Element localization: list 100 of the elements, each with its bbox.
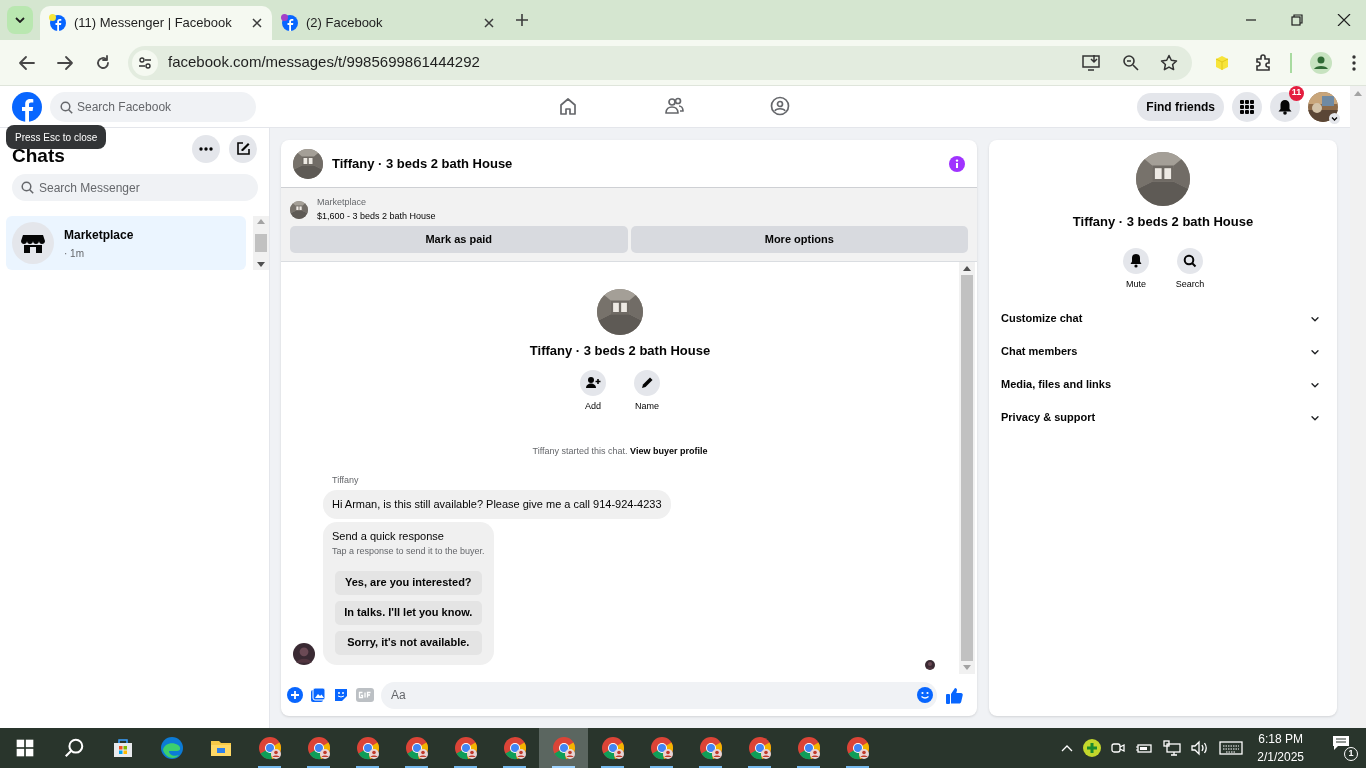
volume-icon[interactable]: [1191, 740, 1210, 756]
groups-icon[interactable]: [770, 96, 790, 116]
tab-search-button[interactable]: [7, 6, 33, 34]
chat-title: Tiffany · 3 beds 2 bath House: [332, 154, 513, 173]
search-field[interactable]: Search Facebook: [50, 91, 256, 122]
menu-button[interactable]: [1232, 91, 1262, 122]
menu-icon: [1240, 99, 1254, 114]
notification-badge: 1: [1344, 747, 1358, 761]
address-bar[interactable]: facebook.com/messages/t/9985699861444292: [128, 45, 1192, 80]
profile-link[interactable]: View buyer profile: [630, 446, 708, 456]
info-icon[interactable]: [949, 155, 965, 172]
section-row[interactable]: Customize chat: [1001, 302, 1325, 335]
compose-icon: [236, 142, 250, 156]
action-label: Search: [1175, 277, 1205, 291]
plus-icon[interactable]: [1083, 739, 1102, 757]
close-icon[interactable]: [252, 18, 262, 28]
options-button[interactable]: [192, 135, 220, 163]
message-field[interactable]: Aa: [381, 681, 937, 709]
plus-icon[interactable]: [287, 687, 303, 703]
zoom-out-icon[interactable]: [1122, 53, 1140, 72]
chat-title: Tiffany · 3 beds 2 bath House: [529, 342, 711, 360]
star-icon[interactable]: [1160, 53, 1178, 72]
chat-started-text: Tiffany started this chat. View buyer profile: [531, 445, 709, 458]
chrome-icon: [796, 736, 821, 760]
chrome-icon: [404, 736, 429, 760]
notifications-button[interactable]: 1: [1332, 735, 1358, 761]
windows-icon: [14, 738, 35, 758]
extensions-icon[interactable]: [1254, 53, 1272, 72]
tab-title: (11) Messenger | Facebook: [74, 14, 233, 33]
new-tab-icon[interactable]: [516, 14, 528, 26]
add-person-icon[interactable]: [580, 369, 606, 396]
caret-icon: [1329, 112, 1340, 124]
chrome-icon: [747, 736, 772, 760]
search-field[interactable]: Search Messenger: [12, 174, 258, 201]
section-title: Privacy & support: [1001, 410, 1096, 426]
action-button[interactable]: More options: [630, 226, 968, 253]
section-title: Chat members: [1001, 344, 1078, 360]
caret-icon: [15, 17, 25, 23]
avatar: [925, 660, 935, 670]
url-text: facebook.com/messages/t/9985699861444292: [168, 52, 481, 73]
friends-icon[interactable]: [664, 96, 684, 116]
listing-label: Marketplace: [317, 196, 368, 209]
close-icon[interactable]: [484, 18, 494, 28]
section-row[interactable]: Chat members: [1001, 335, 1325, 368]
settings-icon: [138, 56, 152, 69]
action-label: Name: [635, 399, 659, 413]
find-friends-button[interactable]: Find friends: [1137, 92, 1224, 121]
bell-icon: [1278, 98, 1292, 115]
scroll-down-icon[interactable]: [257, 262, 266, 267]
scroll-up-icon[interactable]: [963, 266, 971, 271]
battery-icon[interactable]: [1135, 741, 1154, 755]
chrome-icon: [257, 736, 282, 760]
tab-title: (2) Facebook: [306, 14, 384, 33]
action-label: Mute: [1126, 277, 1146, 291]
chat-item[interactable]: Marketplace · 1m: [6, 216, 247, 270]
like-icon[interactable]: [946, 686, 963, 704]
section-row[interactable]: Media, files and links: [1001, 368, 1325, 401]
quick-reply-button[interactable]: In talks. I'll let you know.: [335, 600, 482, 625]
browser-tab[interactable]: (11) Messenger | Facebook: [40, 6, 272, 40]
scrollbar[interactable]: [1350, 86, 1366, 728]
section-title: Media, files and links: [1001, 377, 1112, 393]
message-icon: [1332, 735, 1350, 751]
bell-icon[interactable]: [1123, 247, 1149, 274]
section-row[interactable]: Privacy & support: [1001, 401, 1325, 434]
sticker-icon[interactable]: [333, 687, 349, 703]
camera-icon[interactable]: [1111, 740, 1126, 756]
home-icon[interactable]: [558, 96, 578, 116]
quick-reply-button[interactable]: Sorry, it's not available.: [335, 630, 482, 655]
chevron-up-icon[interactable]: [1061, 744, 1074, 752]
account-button[interactable]: [1308, 91, 1338, 122]
clock-time: 6:18 PM: [1258, 731, 1303, 748]
chrome-icon: [453, 736, 478, 760]
notifications-button[interactable]: [1270, 91, 1300, 122]
chrome-icon: [600, 736, 625, 760]
section-title: Customize chat: [1001, 311, 1083, 327]
browser-tab[interactable]: (2) Facebook: [272, 6, 504, 40]
keyboard-icon[interactable]: [1219, 741, 1244, 755]
shop-icon: [12, 222, 54, 264]
tooltip: Press Esc to close: [6, 125, 107, 149]
chrome-icon: [649, 736, 674, 760]
install-icon[interactable]: [1082, 53, 1102, 72]
more-icon[interactable]: [1352, 54, 1356, 71]
scrollbar[interactable]: [959, 262, 975, 674]
pencil-icon[interactable]: [634, 369, 660, 396]
quick-reply-button[interactable]: Yes, are you interested?: [335, 570, 482, 595]
network-icon[interactable]: [1163, 740, 1182, 756]
action-button[interactable]: Mark as paid: [290, 226, 628, 253]
image-icon[interactable]: [310, 687, 326, 703]
chrome-icon: [355, 736, 380, 760]
edge-icon: [159, 736, 184, 760]
search-icon[interactable]: [1177, 247, 1203, 274]
listing-title: $1,600 - 3 beds 2 bath House: [317, 209, 436, 223]
scrollbar[interactable]: [253, 216, 269, 270]
chat-name: Marketplace: [64, 226, 134, 244]
facebook-logo[interactable]: [12, 91, 42, 122]
emoji-icon[interactable]: [917, 687, 933, 703]
site-info-button[interactable]: [132, 49, 158, 76]
chrome-icon: [845, 736, 870, 760]
new-message-button[interactable]: [229, 135, 257, 163]
profile-icon[interactable]: [1310, 51, 1332, 74]
